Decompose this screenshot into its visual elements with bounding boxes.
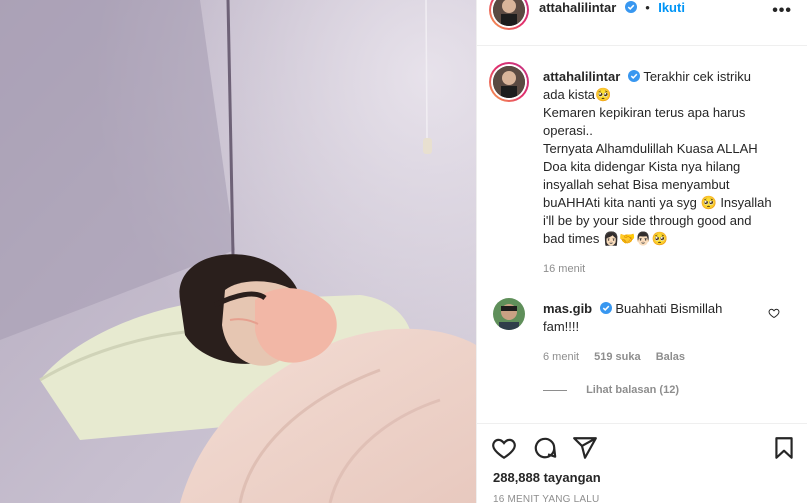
- more-options-icon[interactable]: •••: [772, 2, 792, 20]
- post-video[interactable]: [0, 0, 476, 503]
- follow-button[interactable]: Ikuti: [658, 0, 685, 15]
- comment-text: Buahhati Bismillah: [615, 301, 723, 316]
- caption-line: Doa kita didengar Kista nya hilang: [543, 159, 741, 174]
- commenter-username[interactable]: mas.gib: [543, 301, 592, 316]
- caption-line: operasi..: [543, 123, 593, 138]
- share-icon[interactable]: [572, 435, 598, 461]
- comment-icon[interactable]: [532, 435, 558, 461]
- comment-like-heart-icon[interactable]: [768, 307, 780, 319]
- caption-line: Terakhir cek istriku: [643, 69, 751, 84]
- comment-time[interactable]: 6 menit: [543, 351, 579, 363]
- commenter-avatar[interactable]: [493, 298, 525, 330]
- caption-line: ada kista🥺: [543, 87, 612, 102]
- post-header: attahalilintar • Ikuti •••: [477, 0, 807, 46]
- caption-line: bad times 👩🏻‍🤝‍👨🏻🥺: [543, 231, 668, 246]
- caption-line: i'll be by your side through good and: [543, 213, 752, 228]
- caption-line: Kemaren kepikiran terus apa harus: [543, 105, 746, 120]
- caption-username[interactable]: attahalilintar: [543, 69, 620, 84]
- post-actions: 288,888 tayangan 16 MENIT YANG LALU: [477, 423, 807, 503]
- comment-likes[interactable]: 519 suka: [594, 351, 640, 363]
- replies-divider-line: [543, 389, 567, 391]
- caption-line: Ternyata Alhamdulillah Kuasa ALLAH: [543, 141, 758, 156]
- caption-avatar[interactable]: [489, 62, 529, 102]
- post-time-ago[interactable]: 16 MENIT YANG LALU: [493, 494, 599, 503]
- separator-dot: •: [645, 0, 650, 15]
- caption-line: insyallah sehat Bisa menyambut: [543, 177, 730, 192]
- post-details-panel: attahalilintar • Ikuti ••• attahalilinta…: [476, 0, 807, 503]
- views-count[interactable]: 288,888 tayangan: [493, 470, 601, 485]
- caption-line: buAHHAti kita nanti ya syg 🥺 Insyallah: [543, 195, 772, 210]
- verified-icon: [627, 70, 640, 82]
- verified-icon: [599, 302, 612, 314]
- heart-icon[interactable]: [491, 435, 517, 461]
- author-avatar[interactable]: [489, 0, 529, 30]
- post-caption: attahalilintar Terakhir cek istriku ada …: [543, 68, 788, 278]
- reply-button[interactable]: Balas: [656, 351, 685, 363]
- view-replies-button[interactable]: Lihat balasan (12): [543, 381, 763, 399]
- video-frame-image: [0, 0, 476, 503]
- bookmark-icon[interactable]: [771, 435, 797, 461]
- view-replies-label: Lihat balasan (12): [586, 384, 679, 396]
- author-username[interactable]: attahalilintar: [539, 0, 616, 15]
- verified-icon: [624, 1, 637, 13]
- comment-item: mas.gib Buahhati Bismillah fam!!!! 6 men…: [543, 300, 763, 399]
- caption-timestamp[interactable]: 16 menit: [543, 260, 788, 278]
- comment-text: fam!!!!: [543, 319, 580, 334]
